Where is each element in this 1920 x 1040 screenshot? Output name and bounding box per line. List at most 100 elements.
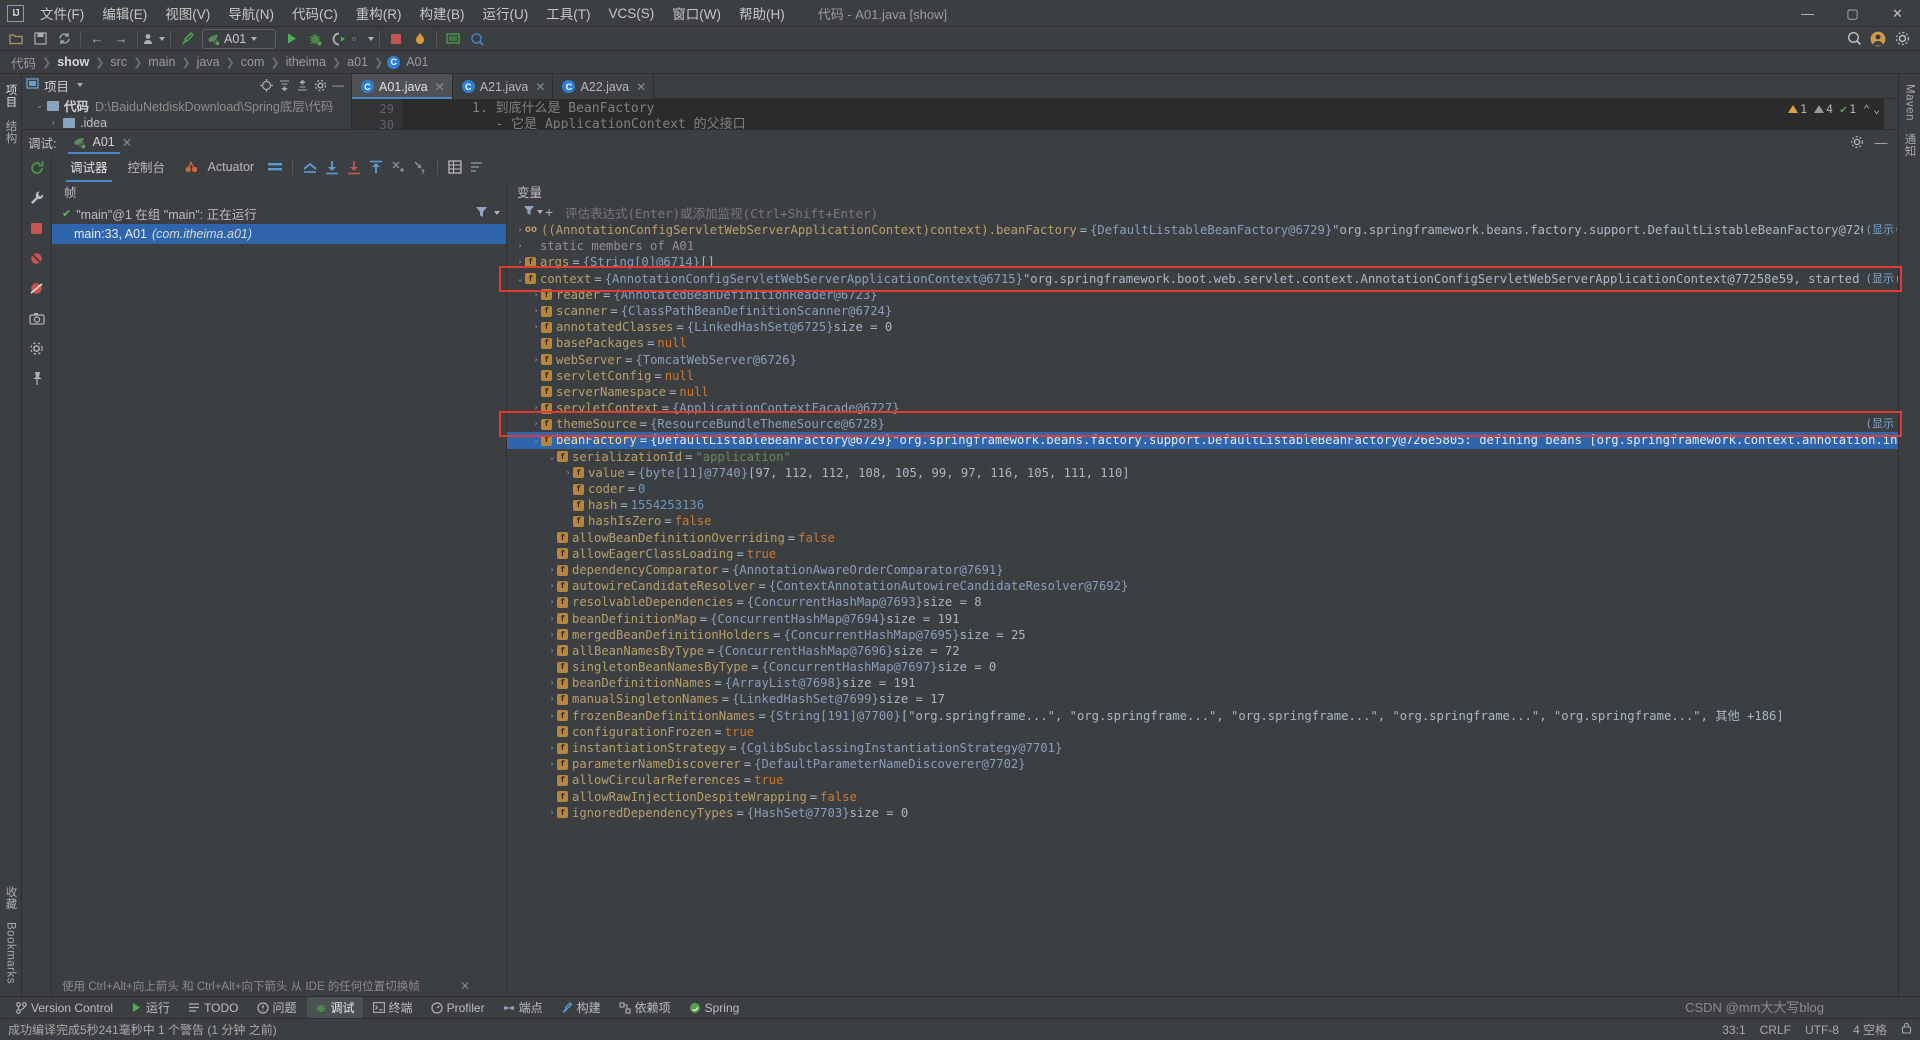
variable-row[interactable]: ⌄ f beanFactory = {DefaultListableBeanFact…	[507, 432, 1898, 449]
add-watch-button[interactable]: +	[545, 204, 553, 220]
variables-tree[interactable]: › oo ((AnnotationConfigServletWebServerApp…	[507, 222, 1898, 996]
menu-help[interactable]: 帮助(H)	[730, 0, 794, 26]
variable-row[interactable]: › f resolvableDependencies = {ConcurrentHa…	[507, 594, 1898, 610]
variable-row[interactable]: ⌄ f context = {AnnotationConfigServletWebS…	[507, 271, 1898, 287]
minimize-icon[interactable]: —	[329, 76, 347, 94]
file-encoding[interactable]: UTF-8	[1805, 1023, 1839, 1037]
evaluate-input-placeholder[interactable]: 评估表达式(Enter)或添加监视(Ctrl+Shift+Enter)	[565, 203, 878, 222]
variable-row[interactable]: › f args = {String[0]@6714} []	[507, 254, 1898, 270]
show-full-value-link[interactable]: (显示	[1863, 271, 1896, 287]
chevron-down-icon[interactable]: ⌄	[547, 449, 557, 465]
filter-icon[interactable]	[475, 206, 488, 221]
variable-row[interactable]: f coder = 0	[507, 481, 1898, 497]
chevron-right-icon[interactable]: ›	[547, 611, 557, 627]
debug-bug-icon[interactable]	[304, 29, 326, 49]
variable-row[interactable]: › f annotatedClasses = {LinkedHashSet@6725…	[507, 319, 1898, 335]
editor-tab-a01[interactable]: C A01.java ✕	[352, 74, 453, 99]
table-view-icon[interactable]	[444, 157, 466, 177]
variable-row[interactable]: f serverNamespace = null	[507, 384, 1898, 400]
menu-edit[interactable]: 编辑(E)	[93, 0, 156, 26]
tree-row-idea[interactable]: › .idea	[22, 114, 351, 130]
bottom-tab-terminal[interactable]: 终端	[365, 997, 421, 1018]
editor-tab-a22[interactable]: C A22.java ✕	[553, 74, 655, 99]
chevron-right-icon[interactable]: ›	[547, 708, 557, 724]
menu-build[interactable]: 构建(B)	[411, 0, 474, 26]
variable-row[interactable]: f allowCircularReferences = true	[507, 772, 1898, 788]
stop-icon[interactable]	[385, 29, 407, 49]
breadcrumb-item-1[interactable]: show	[55, 55, 91, 69]
search-icon[interactable]	[466, 29, 488, 49]
maximize-button[interactable]: ▢	[1830, 0, 1875, 27]
chevron-down-icon[interactable]: ⌄	[36, 101, 47, 110]
menu-tools[interactable]: 工具(T)	[537, 0, 599, 26]
warning-badge[interactable]: 1	[1788, 102, 1807, 116]
strip-tab-maven[interactable]: Maven	[1902, 78, 1918, 127]
run-to-cursor-icon[interactable]	[409, 157, 431, 177]
next-problem-icon[interactable]: ⌄	[1873, 102, 1880, 116]
variable-row[interactable]: › f manualSingletonNames = {LinkedHashSet@…	[507, 691, 1898, 707]
breadcrumb-item-6[interactable]: itheima	[284, 55, 328, 69]
tab-actuator[interactable]: Actuator	[175, 156, 264, 179]
chevron-down-icon[interactable]	[77, 83, 84, 87]
variable-row[interactable]: › static members of A01	[507, 238, 1898, 254]
mute-breakpoints-icon[interactable]	[26, 248, 48, 268]
variable-row[interactable]: › oo ((AnnotationConfigServletWebServerApp…	[507, 222, 1898, 238]
breadcrumb-item-8[interactable]: A01	[404, 55, 430, 69]
chevron-right-icon[interactable]: ›	[547, 594, 557, 610]
breadcrumb-item-7[interactable]: a01	[345, 55, 370, 69]
variable-row[interactable]: › f instantiationStrategy = {CglibSubclass…	[507, 740, 1898, 756]
run-icon[interactable]	[280, 29, 302, 49]
bottom-tab-run[interactable]: 运行	[123, 997, 178, 1018]
filter-icon[interactable]	[523, 205, 535, 219]
step-over-icon[interactable]	[321, 157, 343, 177]
camera-icon[interactable]	[26, 308, 48, 328]
layout-settings-icon[interactable]	[264, 157, 286, 177]
close-icon[interactable]: ✕	[535, 80, 545, 94]
caret-position[interactable]: 33:1	[1722, 1023, 1745, 1037]
strip-tab-structure[interactable]: 结构	[1, 114, 21, 150]
variable-row[interactable]: f configurationFrozen = true	[507, 724, 1898, 740]
chevron-right-icon[interactable]: ›	[531, 303, 541, 319]
chevron-right-icon[interactable]: ›	[547, 627, 557, 643]
avatar-icon[interactable]	[1867, 29, 1889, 49]
wrench-icon[interactable]	[26, 188, 48, 208]
variable-row[interactable]: › f allBeanNamesByType = {ConcurrentHashMa…	[507, 643, 1898, 659]
variable-row[interactable]: f basePackages = null	[507, 335, 1898, 351]
line-separator[interactable]: CRLF	[1760, 1023, 1791, 1037]
breadcrumb-item-0[interactable]: 代码	[9, 53, 38, 72]
show-full-value-link[interactable]: (显示	[1863, 222, 1896, 238]
variable-row[interactable]: › f autowireCandidateResolver = {ContextAn…	[507, 578, 1898, 594]
breadcrumb-item-2[interactable]: src	[108, 55, 129, 69]
editor-tab-a21[interactable]: C A21.java ✕	[453, 74, 554, 99]
step-out-icon[interactable]	[365, 157, 387, 177]
menu-vcs[interactable]: VCS(S)	[600, 3, 664, 24]
chevron-right-icon[interactable]: ›	[515, 254, 525, 270]
chevron-down-icon[interactable]	[537, 210, 543, 214]
pin-icon[interactable]	[26, 368, 48, 388]
ok-badge[interactable]: ✔ 1	[1840, 102, 1856, 116]
variable-row[interactable]: › f servletContext = {ApplicationContextFa…	[507, 400, 1898, 416]
close-icon[interactable]: ✕	[460, 979, 470, 993]
gear-icon[interactable]	[1846, 132, 1868, 152]
bottom-tab-version-control[interactable]: Version Control	[8, 999, 121, 1017]
chevron-down-icon[interactable]	[494, 211, 500, 215]
variable-row[interactable]: f hash = 1554253136	[507, 497, 1898, 513]
debug-session-tab[interactable]: A01 ✕	[68, 130, 136, 154]
magnifier-icon[interactable]	[1843, 29, 1865, 49]
bottom-tab-dependencies[interactable]: 依赖项	[611, 997, 679, 1018]
chevron-right-icon[interactable]: ›	[531, 416, 541, 432]
show-execution-point-icon[interactable]	[299, 157, 321, 177]
variable-row[interactable]: ⌄ f serializationId = "application"	[507, 449, 1898, 465]
back-icon[interactable]: ←	[86, 29, 108, 49]
open-folder-icon[interactable]	[5, 29, 27, 49]
sort-icon[interactable]	[466, 157, 488, 177]
sync-icon[interactable]	[53, 29, 75, 49]
tab-console[interactable]: 控制台	[118, 153, 176, 181]
variable-row[interactable]: f singletonBeanNamesByType = {ConcurrentH…	[507, 659, 1898, 675]
expand-all-icon[interactable]	[275, 76, 293, 94]
gear-icon[interactable]	[311, 76, 329, 94]
chevron-right-icon[interactable]: ›	[52, 118, 63, 127]
chevron-right-icon[interactable]: ›	[531, 287, 541, 303]
step-into-icon[interactable]	[343, 157, 365, 177]
minimize-button[interactable]: —	[1785, 0, 1830, 27]
